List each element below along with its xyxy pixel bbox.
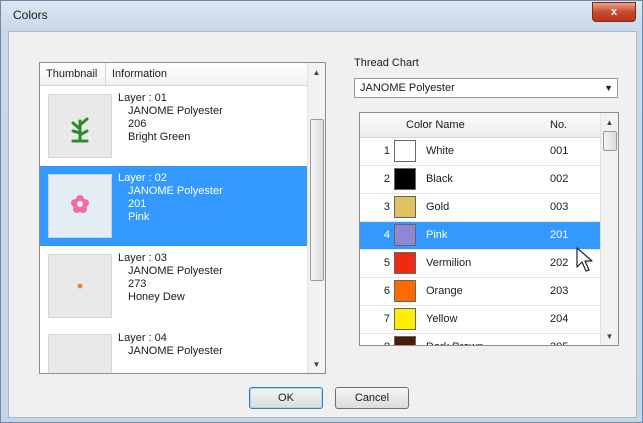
chevron-down-icon: ▼ [604,83,613,93]
layer-info: Layer : 03 JANOME Polyester 273 Honey De… [118,252,223,304]
column-header-information[interactable]: Information [106,63,308,85]
column-header-thumbnail[interactable]: Thumbnail [40,63,106,85]
color-name: White [426,145,455,157]
thread-chart-select[interactable]: JANOME Polyester ▼ [354,78,618,98]
color-swatch [394,252,416,274]
layer-thumbnail [48,174,112,238]
scroll-down-arrow-icon[interactable]: ▼ [602,328,617,344]
thread-row[interactable]: 8 Dark Brown 205 [360,334,600,345]
row-number: 1 [383,145,390,157]
color-swatch [394,224,416,246]
thread-row[interactable]: 3 Gold 003 [360,194,600,222]
dialog-body: Thumbnail Information Layer : 01 JANOME … [8,31,637,418]
color-name: Dark Brown [426,334,483,345]
scrollbar-thumb[interactable] [603,131,617,151]
color-swatch [394,336,416,345]
layer-thumbnail [48,334,112,373]
cancel-button[interactable]: Cancel [335,387,409,409]
dialog-title: Colors [13,8,48,22]
color-name: Vermilion [426,257,472,269]
color-name: Pink [426,229,448,241]
layer-info: Layer : 01 JANOME Polyester 206 Bright G… [118,92,223,144]
layer-code: 206 [128,118,147,130]
layer-row-03[interactable]: Layer : 03 JANOME Polyester 273 Honey De… [40,246,308,326]
scrollbar-thumb[interactable] [310,119,324,281]
color-name: Black [426,173,453,185]
column-header-color-name[interactable]: Color Name [406,113,465,137]
layer-row-04[interactable]: Layer : 04 JANOME Polyester [40,326,308,373]
layer-label: Layer : 04 [118,332,167,344]
layer-label: Layer : 02 [118,172,167,184]
layer-code: 273 [128,278,147,290]
layer-color-name: Honey Dew [128,291,185,303]
layer-label: Layer : 01 [118,92,167,104]
ok-button[interactable]: OK [249,387,323,409]
color-swatch [394,280,416,302]
layer-brand: JANOME Polyester [128,185,223,197]
layer-brand: JANOME Polyester [128,105,223,117]
color-number: 001 [550,145,569,157]
color-number: 203 [550,285,569,297]
color-number: 202 [550,257,569,269]
row-number: 8 [376,334,390,345]
layer-color-name: Bright Green [128,131,191,143]
color-name: Yellow [426,313,458,325]
close-icon: x [610,6,618,18]
thread-chart-label: Thread Chart [354,57,419,69]
column-header-no[interactable]: No. [550,113,567,137]
layer-list-scrollbar[interactable]: ▲ ▼ [307,63,325,373]
mouse-cursor-icon [576,247,593,272]
leaf-icon [71,117,89,143]
row-number: 7 [383,313,390,325]
row-number: 5 [383,257,390,269]
color-number: 003 [550,201,569,213]
layer-label: Layer : 03 [118,252,167,264]
row-number: 3 [383,201,390,213]
layer-thumbnail [48,254,112,318]
color-number: 002 [550,173,569,185]
color-number: 201 [550,229,569,241]
color-name: Orange [426,285,463,297]
flower-icon [71,195,89,213]
row-number: 2 [383,173,390,185]
colors-dialog: Colors x Thumbnail Information Layer : 0… [0,0,643,423]
scroll-up-arrow-icon[interactable]: ▲ [602,114,617,130]
layer-info: Layer : 04 JANOME Polyester [118,332,223,358]
thread-grid-scrollbar[interactable]: ▲ ▼ [600,113,618,345]
scroll-down-arrow-icon[interactable]: ▼ [309,356,324,372]
color-swatch [394,140,416,162]
color-swatch [394,196,416,218]
color-swatch [394,308,416,330]
dot-icon [77,283,83,289]
thread-chart-value: JANOME Polyester [360,82,455,94]
layer-code: 201 [128,198,147,210]
color-number: 204 [550,313,569,325]
layer-row-01[interactable]: Layer : 01 JANOME Polyester 206 Bright G… [40,86,308,166]
thread-row[interactable]: 5 Vermilion 202 [360,250,600,278]
layer-brand: JANOME Polyester [128,265,223,277]
layer-row-02[interactable]: Layer : 02 JANOME Polyester 201 Pink [40,166,308,246]
thread-row[interactable]: 6 Orange 203 [360,278,600,306]
color-swatch [394,168,416,190]
thread-row[interactable]: 1 White 001 [360,138,600,166]
row-number: 6 [383,285,390,297]
layer-thumbnail [48,94,112,158]
close-button[interactable]: x [592,2,636,22]
layer-info: Layer : 02 JANOME Polyester 201 Pink [118,172,223,224]
layer-brand: JANOME Polyester [128,345,223,357]
row-number: 4 [383,229,390,241]
thread-row[interactable]: 2 Black 002 [360,166,600,194]
color-name: Gold [426,201,450,213]
layer-list[interactable]: Thumbnail Information Layer : 01 JANOME … [39,62,326,374]
grid-header: Color Name No. [360,113,600,138]
list-header: Thumbnail Information [40,63,308,86]
scroll-up-arrow-icon[interactable]: ▲ [309,64,324,80]
color-number: 205 [550,334,568,345]
thread-row-selected[interactable]: 4 Pink 201 [360,222,600,250]
thread-color-grid[interactable]: Color Name No. 1 White 001 2 Black 002 3… [359,112,619,346]
layer-color-name: Pink [128,211,150,223]
thread-row[interactable]: 7 Yellow 204 [360,306,600,334]
